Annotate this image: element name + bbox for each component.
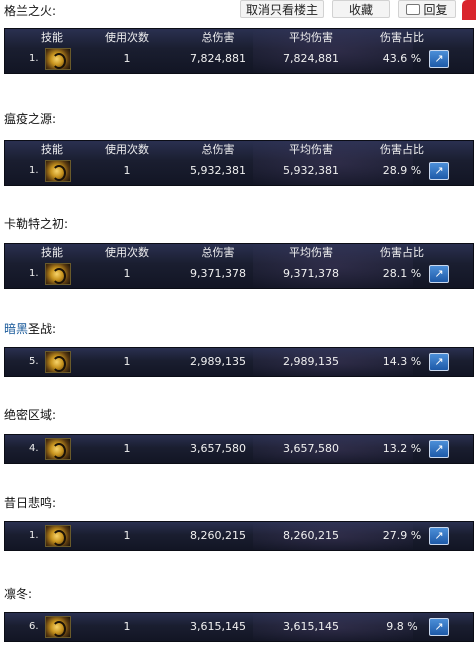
row-total: 3,615,145 [190,620,246,633]
table-header: 技能 使用次数 总伤害 平均伤害 伤害占比 [5,31,473,45]
section-title-4: 绝密区域: [4,408,57,422]
damage-panel: 6. 1 3,615,145 3,615,145 9.8 % ↗ [4,612,474,642]
row-pct: 43.6 % [382,52,422,65]
header-skill: 技能 [41,31,63,44]
header-uses: 使用次数 [105,143,149,156]
row-index: 1. [29,165,39,176]
row-index: 1. [29,268,39,279]
skill-icon[interactable] [45,160,71,182]
section-title-2: 卡勒特之初: [4,217,69,231]
damage-panel: 4. 1 3,657,580 3,657,580 13.2 % ↗ [4,434,474,464]
row-pct: 9.8 % [386,620,418,633]
export-icon[interactable]: ↗ [429,618,449,636]
export-icon[interactable]: ↗ [429,265,449,283]
header-uses: 使用次数 [105,246,149,259]
row-total: 5,932,381 [190,164,246,177]
section-title-6: 凛冬: [4,587,33,601]
damage-panel: 技能 使用次数 总伤害 平均伤害 伤害占比 1. 1 9,371,378 9,3… [4,243,474,289]
row-avg: 3,657,580 [283,442,339,455]
row-avg: 2,989,135 [283,355,339,368]
table-header: 技能 使用次数 总伤害 平均伤害 伤害占比 [5,143,473,157]
header-total: 总伤害 [201,143,235,156]
title-link[interactable]: 暗黑 [4,322,28,336]
table-header: 技能 使用次数 总伤害 平均伤害 伤害占比 [5,246,473,260]
row-pct: 28.1 % [382,267,422,280]
table-row: 6. 1 3,615,145 3,615,145 9.8 % ↗ [5,615,473,639]
table-row: 1. 1 9,371,378 9,371,378 28.1 % ↗ [5,262,473,286]
table-row: 5. 1 2,989,135 2,989,135 14.3 % ↗ [5,350,473,374]
damage-panel: 5. 1 2,989,135 2,989,135 14.3 % ↗ [4,347,474,377]
row-index: 6. [29,621,39,632]
row-uses: 1 [123,355,131,368]
row-total: 2,989,135 [190,355,246,368]
export-icon[interactable]: ↗ [429,440,449,458]
reply-button[interactable]: 回复 [398,0,456,18]
row-avg: 5,932,381 [283,164,339,177]
row-pct: 13.2 % [382,442,422,455]
skill-icon[interactable] [45,48,71,70]
reply-label: 回复 [423,3,448,17]
header-skill: 技能 [41,143,63,156]
header-pct: 伤害占比 [380,31,424,44]
row-uses: 1 [123,620,131,633]
row-avg: 7,824,881 [283,52,339,65]
skill-icon[interactable] [45,616,71,638]
row-total: 3,657,580 [190,442,246,455]
brand-corner-icon [462,0,476,20]
export-icon[interactable]: ↗ [429,353,449,371]
row-total: 8,260,215 [190,529,246,542]
header-pct: 伤害占比 [380,143,424,156]
section-title-1: 瘟疫之源: [4,112,57,126]
header-total: 总伤害 [201,246,235,259]
row-uses: 1 [123,164,131,177]
favorite-button[interactable]: 收藏 [332,0,390,18]
header-avg: 平均伤害 [289,143,333,156]
damage-panel: 技能 使用次数 总伤害 平均伤害 伤害占比 1. 1 5,932,381 5,9… [4,140,474,186]
skill-icon[interactable] [45,438,71,460]
row-avg: 9,371,378 [283,267,339,280]
skill-icon[interactable] [45,351,71,373]
row-uses: 1 [123,267,131,280]
header-total: 总伤害 [201,31,235,44]
table-row: 1. 1 5,932,381 5,932,381 28.9 % ↗ [5,159,473,183]
header-avg: 平均伤害 [289,246,333,259]
reply-icon [406,4,421,15]
export-icon[interactable]: ↗ [429,162,449,180]
table-row: 1. 1 8,260,215 8,260,215 27.9 % ↗ [5,524,473,548]
export-icon[interactable]: ↗ [429,50,449,68]
title-text: 圣战: [28,322,57,336]
header-pct: 伤害占比 [380,246,424,259]
header-skill: 技能 [41,246,63,259]
table-row: 4. 1 3,657,580 3,657,580 13.2 % ↗ [5,437,473,461]
row-index: 5. [29,356,39,367]
row-pct: 28.9 % [382,164,422,177]
row-index: 4. [29,443,39,454]
row-uses: 1 [123,529,131,542]
row-total: 9,371,378 [190,267,246,280]
skill-icon[interactable] [45,263,71,285]
damage-panel: 1. 1 8,260,215 8,260,215 27.9 % ↗ [4,521,474,551]
skill-icon[interactable] [45,525,71,547]
table-row: 1. 1 7,824,881 7,824,881 43.6 % ↗ [5,47,473,71]
header-uses: 使用次数 [105,31,149,44]
row-index: 1. [29,530,39,541]
section-title-5: 昔日悲鸣: [4,496,57,510]
export-icon[interactable]: ↗ [429,527,449,545]
row-total: 7,824,881 [190,52,246,65]
row-uses: 1 [123,442,131,455]
row-pct: 14.3 % [382,355,422,368]
row-avg: 3,615,145 [283,620,339,633]
row-uses: 1 [123,52,131,65]
section-title-0: 格兰之火: [4,4,57,18]
header-avg: 平均伤害 [289,31,333,44]
cancel-only-op-button[interactable]: 取消只看楼主 [240,0,324,18]
damage-panel: 技能 使用次数 总伤害 平均伤害 伤害占比 1. 1 7,824,881 7,8… [4,28,474,74]
row-pct: 27.9 % [382,529,422,542]
row-index: 1. [29,53,39,64]
row-avg: 8,260,215 [283,529,339,542]
section-title-3: 暗黑圣战: [4,320,56,337]
